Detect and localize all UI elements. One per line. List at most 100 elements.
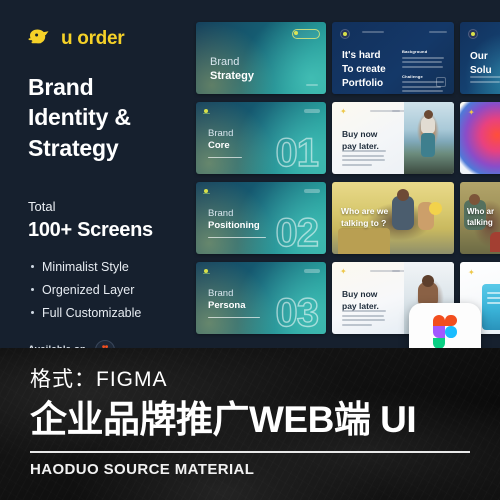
u-order-mini-logo-icon [203, 108, 210, 114]
slide-headline-line-1: Buy now [342, 289, 378, 299]
slide-headline-line-1: It's hard [342, 50, 381, 61]
slide-title: Persona [208, 300, 246, 312]
feature-label: Minimalist Style [42, 259, 129, 274]
sparkle-icon: ✦ [468, 268, 475, 277]
list-item: Full Customizable [28, 306, 190, 320]
slide-footer-dash-icon [306, 83, 318, 86]
slide-body-line [342, 310, 386, 312]
slide-headline-line-3: Portfolio [342, 77, 384, 89]
banner-subline: HAODUO SOURCE MATERIAL [30, 461, 255, 478]
slide-nav-dash-right-icon [429, 31, 447, 33]
u-order-mini-logo-icon [468, 29, 478, 39]
sparkle-icon: ✦ [468, 108, 475, 117]
slide-body-line [402, 90, 443, 92]
slide-body-line [342, 319, 385, 321]
slide-headline-line-2: talking to ? [341, 217, 387, 228]
slide-card-talking-to-2[interactable]: Who ar talking [460, 182, 500, 254]
slide-body-line [342, 163, 372, 166]
slide-title: Positioning [208, 220, 260, 232]
banner-headline: 企业品牌推广WEB端 UI [30, 399, 417, 440]
slide-kicker: Brand [208, 128, 234, 139]
u-order-mini-logo-icon [203, 268, 210, 274]
slide-body-line [342, 159, 385, 161]
slide-underline [208, 316, 260, 319]
slide-underline [208, 236, 266, 239]
slide-card-gradient-orb[interactable]: ✦ [460, 102, 500, 174]
slide-corner-square-icon [436, 77, 446, 87]
slide-grid: Brand Strategy Brand Core 01 Brand Posit… [196, 22, 500, 342]
slide-card-portfolio[interactable]: It's hard To create Portfolio Background… [332, 22, 454, 94]
poster-root: u order Brand Identity & Strategy Total … [0, 0, 500, 500]
slide-body-line [487, 292, 500, 294]
available-on-row: Available on [28, 339, 190, 348]
slide-card-brand-positioning[interactable]: Brand Positioning 02 [196, 182, 326, 254]
feature-list: Minimalist Style Orgenized Layer Full Cu… [28, 260, 190, 320]
total-label: Total [28, 199, 56, 215]
figma-badge[interactable]: Figma [409, 303, 481, 348]
slide-body-line [342, 314, 384, 317]
page-title-line-2: Identity & [28, 104, 131, 131]
figma-circle-icon [95, 339, 116, 348]
u-order-mini-logo-icon [340, 29, 350, 39]
u-order-bird-logo-icon [28, 28, 54, 48]
slide-top-dash-icon [304, 109, 320, 113]
slide-title: Strategy [210, 69, 255, 82]
slide-cyan-block [482, 284, 500, 330]
u-order-mini-logo-icon [203, 188, 210, 194]
slide-nav-dash-icon [362, 31, 384, 33]
slide-number: 03 [275, 291, 320, 334]
slide-headline-line-1: Buy now [342, 129, 378, 139]
slide-card-brand-strategy[interactable]: Brand Strategy [196, 22, 326, 94]
bullet-dot-icon [31, 311, 34, 315]
slide-body-line [470, 76, 500, 78]
slide-number: 01 [275, 131, 320, 174]
slide-kicker: Brand [208, 288, 234, 299]
banner-format-label: 格式：FIGMA [30, 368, 168, 391]
slide-top-dash-icon [304, 269, 320, 273]
slide-body-line [470, 80, 500, 83]
bottom-banner: 格式：FIGMA 企业品牌推广WEB端 UI HAODUO SOURCE MAT… [0, 348, 500, 500]
slide-body-line [342, 323, 372, 326]
slide-title: Core [208, 140, 230, 152]
page-title-line-1: Brand [28, 74, 94, 100]
feature-label: Full Customizable [42, 305, 142, 320]
showcase-area: u order Brand Identity & Strategy Total … [0, 0, 500, 348]
slide-card-buy-now-1[interactable]: ✦ Buy now pay later. [332, 102, 454, 174]
slide-body-line [402, 61, 442, 63]
slide-headline-line-1: Who ar [467, 207, 495, 216]
sparkle-icon: ✦ [340, 267, 347, 276]
brand-logo: u order [28, 26, 190, 50]
slide-section-title: Background [402, 49, 428, 54]
slide-card-our-solution[interactable]: Our Solu [460, 22, 500, 94]
total-value: 100+ Screens [28, 218, 153, 241]
slide-underline [208, 156, 242, 159]
slide-number: 02 [275, 211, 320, 254]
slide-body-line [342, 154, 384, 157]
slide-body-line [342, 150, 386, 152]
slide-card-brand-persona[interactable]: Brand Persona 03 [196, 262, 326, 334]
slide-headline-line-1: Who are we [341, 206, 389, 216]
bullet-dot-icon [31, 265, 34, 269]
slide-headline-line-1: Our [470, 51, 488, 62]
slide-headline-line-2: To create [342, 63, 386, 75]
slide-card-brand-core[interactable]: Brand Core 01 [196, 102, 326, 174]
slide-body-line [487, 301, 500, 304]
banner-divider [30, 451, 470, 453]
slide-body-line [402, 85, 441, 88]
slide-body-line [402, 56, 444, 59]
bullet-dot-icon [31, 288, 34, 292]
slide-top-dash-icon [304, 189, 320, 193]
slide-photo-runner [404, 102, 454, 174]
sparkle-icon: ✦ [340, 107, 347, 116]
page-title-line-3: Strategy [28, 134, 119, 161]
slide-kicker: Brand [210, 56, 240, 68]
figma-logo-icon [433, 314, 457, 348]
list-item: Orgenized Layer [28, 283, 190, 297]
brand-wordmark: u order [61, 27, 125, 49]
feature-label: Orgenized Layer [42, 282, 135, 297]
slide-card-talking-to-1[interactable]: Who are we talking to ? [332, 182, 454, 254]
info-column: u order Brand Identity & Strategy Total … [0, 0, 190, 348]
slide-body-line [402, 65, 443, 68]
page-title: Brand Identity & Strategy [28, 72, 190, 163]
slide-body-line [487, 297, 500, 299]
